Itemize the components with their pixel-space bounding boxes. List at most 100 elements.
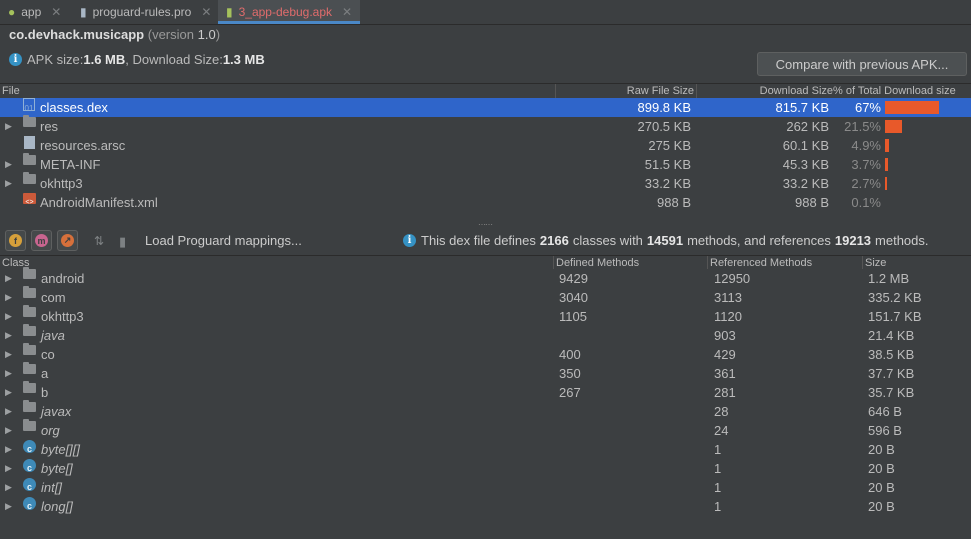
class-row[interactable]: ▶ c int[] 1 20 B bbox=[0, 478, 971, 497]
expand-arrow-icon[interactable]: ▶ bbox=[5, 497, 12, 516]
class-name: okhttp3 bbox=[41, 309, 84, 324]
class-name: co bbox=[41, 347, 55, 362]
column-divider[interactable] bbox=[555, 84, 556, 98]
column-divider[interactable] bbox=[862, 256, 863, 270]
share-bar bbox=[885, 101, 939, 114]
column-divider[interactable] bbox=[696, 84, 697, 98]
load-proguard-mappings-button[interactable]: Load Proguard mappings... bbox=[145, 233, 302, 248]
panel-splitter[interactable]: ⋯⋯ bbox=[0, 219, 971, 229]
class-row[interactable]: ▶ com 3040 3113 335.2 KB bbox=[0, 286, 971, 307]
dex-info-text: methods, and references bbox=[687, 233, 831, 248]
defined-methods: 400 bbox=[559, 347, 581, 362]
raw-size: 275 KB bbox=[648, 138, 691, 153]
column-file[interactable]: File bbox=[2, 84, 20, 98]
close-icon[interactable]: ✕ bbox=[201, 5, 211, 19]
file-row-classes-dex[interactable]: 01 classes.dex 899.8 KB 815.7 KB 67% bbox=[0, 98, 971, 117]
package-icon bbox=[23, 362, 36, 374]
package-title: co.devhack.musicapp (version 1.0) bbox=[9, 27, 220, 42]
class-name: android bbox=[41, 271, 85, 286]
folder-icon bbox=[23, 172, 36, 184]
defined-methods: 350 bbox=[559, 366, 581, 381]
expand-arrow-icon[interactable]: ▶ bbox=[5, 345, 12, 364]
folder-icon bbox=[23, 153, 36, 165]
class-row[interactable]: ▶ c long[] 1 20 B bbox=[0, 497, 971, 516]
download-size-value: 1.3 MB bbox=[222, 52, 265, 67]
class-row[interactable]: ▶ co 400 429 38.5 KB bbox=[0, 343, 971, 364]
expand-arrow-icon[interactable]: ▶ bbox=[5, 155, 12, 174]
tab-apk[interactable]: ▮ 3_app-debug.apk ✕ bbox=[218, 0, 360, 24]
package-name: co.devhack.musicapp bbox=[9, 27, 145, 42]
expand-arrow-icon[interactable]: ▶ bbox=[5, 117, 12, 136]
expand-arrow-icon[interactable]: ▶ bbox=[5, 440, 12, 459]
expand-arrow-icon[interactable]: ▶ bbox=[5, 459, 12, 478]
expand-arrow-icon[interactable]: ▶ bbox=[5, 307, 12, 326]
file-row-android-manifest[interactable]: <> AndroidManifest.xml 988 B 988 B 0.1% bbox=[0, 193, 971, 212]
deobfuscate-icon[interactable]: ⇅ bbox=[94, 234, 104, 248]
column-referenced-methods[interactable]: Referenced Methods bbox=[710, 256, 812, 270]
class-count: 2166 bbox=[539, 233, 569, 248]
close-icon[interactable]: ✕ bbox=[342, 5, 352, 19]
class-size: 20 B bbox=[868, 499, 895, 514]
class-name: b bbox=[41, 385, 49, 400]
column-defined-methods[interactable]: Defined Methods bbox=[556, 256, 639, 270]
column-raw-size[interactable]: Raw File Size bbox=[627, 84, 694, 98]
dex-info-text: methods. bbox=[875, 233, 929, 248]
expand-arrow-icon[interactable]: ▶ bbox=[5, 383, 12, 402]
raw-size: 270.5 KB bbox=[637, 119, 692, 134]
show-methods-button[interactable]: m bbox=[31, 230, 52, 251]
column-divider[interactable] bbox=[553, 256, 554, 270]
class-row[interactable]: ▶ java 903 21.4 KB bbox=[0, 324, 971, 345]
class-row[interactable]: ▶ android 9429 12950 1.2 MB bbox=[0, 267, 971, 288]
method-icon: m bbox=[35, 234, 48, 247]
show-referenced-methods-button[interactable]: ↗ bbox=[57, 230, 78, 251]
file-icon: ▮ bbox=[80, 5, 87, 19]
class-row[interactable]: ▶ javax 28 646 B bbox=[0, 400, 971, 421]
expand-arrow-icon[interactable]: ▶ bbox=[5, 364, 12, 383]
package-icon bbox=[23, 381, 36, 393]
xml-icon: <> bbox=[23, 193, 36, 206]
compare-apk-button[interactable]: Compare with previous APK... bbox=[757, 52, 967, 76]
class-row[interactable]: ▶ b 267 281 35.7 KB bbox=[0, 381, 971, 402]
expand-arrow-icon[interactable]: ▶ bbox=[5, 402, 12, 421]
tab-label: proguard-rules.pro bbox=[92, 5, 192, 19]
tab-proguard-rules[interactable]: ▮ proguard-rules.pro ✕ bbox=[70, 0, 216, 24]
download-size: 815.7 KB bbox=[775, 100, 830, 115]
column-divider[interactable] bbox=[707, 256, 708, 270]
class-name: byte[][] bbox=[41, 442, 81, 457]
class-row[interactable]: ▶ c byte[] 1 20 B bbox=[0, 459, 971, 478]
column-size[interactable]: Size bbox=[865, 256, 886, 270]
close-icon[interactable]: ✕ bbox=[51, 5, 61, 19]
defined-methods: 267 bbox=[559, 385, 581, 400]
file-row-res[interactable]: ▶ res 270.5 KB 262 KB 21.5% bbox=[0, 115, 971, 136]
expand-arrow-icon[interactable]: ▶ bbox=[5, 288, 12, 307]
class-name: a bbox=[41, 366, 49, 381]
file-row-meta-inf[interactable]: ▶ META-INF 51.5 KB 45.3 KB 3.7% bbox=[0, 153, 971, 174]
expand-arrow-icon[interactable]: ▶ bbox=[5, 421, 12, 440]
apk-size-summary: i APK size: 1.6 MB , Download Size: 1.3 … bbox=[9, 52, 265, 67]
show-fields-button[interactable]: f bbox=[5, 230, 26, 251]
expand-arrow-icon[interactable]: ▶ bbox=[5, 269, 12, 288]
file-row-resources-arsc[interactable]: resources.arsc 275 KB 60.1 KB 4.9% bbox=[0, 136, 971, 155]
version-prefix: (version bbox=[147, 27, 198, 42]
column-download-size[interactable]: Download Size bbox=[760, 84, 833, 98]
folder-icon[interactable]: ▮ bbox=[119, 234, 126, 250]
class-row[interactable]: ▶ c byte[][] 1 20 B bbox=[0, 440, 971, 459]
file-icon bbox=[24, 136, 35, 149]
expand-arrow-icon[interactable]: ▶ bbox=[5, 478, 12, 497]
column-pct-total[interactable]: % of Total Download size bbox=[833, 84, 956, 98]
referenced-methods: 1120 bbox=[714, 309, 742, 324]
class-row[interactable]: ▶ org 24 596 B bbox=[0, 419, 971, 440]
referenced-methods: 12950 bbox=[714, 271, 751, 286]
method-count: 14591 bbox=[646, 233, 684, 248]
pct-total: 0.1% bbox=[851, 195, 881, 210]
class-row[interactable]: ▶ a 350 361 37.7 KB bbox=[0, 362, 971, 383]
class-size: 37.7 KB bbox=[868, 366, 915, 381]
tab-app[interactable]: ● app ✕ bbox=[0, 0, 68, 24]
package-icon bbox=[23, 343, 36, 355]
referenced-methods: 24 bbox=[714, 423, 729, 438]
expand-arrow-icon[interactable]: ▶ bbox=[5, 174, 12, 193]
package-icon bbox=[23, 324, 36, 336]
class-row[interactable]: ▶ okhttp3 1105 1120 151.7 KB bbox=[0, 305, 971, 326]
expand-arrow-icon[interactable]: ▶ bbox=[5, 326, 12, 345]
file-row-okhttp3[interactable]: ▶ okhttp3 33.2 KB 33.2 KB 2.7% bbox=[0, 172, 971, 193]
